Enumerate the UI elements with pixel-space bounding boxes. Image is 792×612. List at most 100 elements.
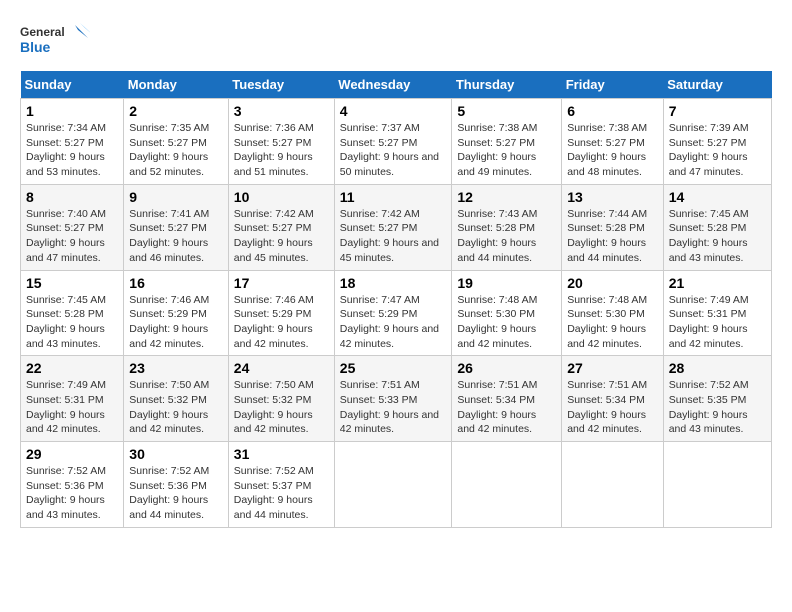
day-cell: 1 Sunrise: 7:34 AM Sunset: 5:27 PM Dayli… [21, 99, 124, 185]
day-cell: 14 Sunrise: 7:45 AM Sunset: 5:28 PM Dayl… [663, 184, 771, 270]
day-number: 25 [340, 360, 447, 376]
day-number: 14 [669, 189, 766, 205]
col-header-sunday: Sunday [21, 71, 124, 99]
day-number: 15 [26, 275, 118, 291]
day-cell: 24 Sunrise: 7:50 AM Sunset: 5:32 PM Dayl… [228, 356, 334, 442]
day-number: 24 [234, 360, 329, 376]
day-info: Sunrise: 7:39 AM Sunset: 5:27 PM Dayligh… [669, 121, 766, 180]
day-cell: 26 Sunrise: 7:51 AM Sunset: 5:34 PM Dayl… [452, 356, 562, 442]
week-row-2: 8 Sunrise: 7:40 AM Sunset: 5:27 PM Dayli… [21, 184, 772, 270]
day-cell: 23 Sunrise: 7:50 AM Sunset: 5:32 PM Dayl… [124, 356, 229, 442]
day-info: Sunrise: 7:46 AM Sunset: 5:29 PM Dayligh… [129, 293, 223, 352]
day-cell: 8 Sunrise: 7:40 AM Sunset: 5:27 PM Dayli… [21, 184, 124, 270]
day-cell: 31 Sunrise: 7:52 AM Sunset: 5:37 PM Dayl… [228, 442, 334, 528]
col-header-monday: Monday [124, 71, 229, 99]
day-cell: 15 Sunrise: 7:45 AM Sunset: 5:28 PM Dayl… [21, 270, 124, 356]
day-number: 17 [234, 275, 329, 291]
day-info: Sunrise: 7:38 AM Sunset: 5:27 PM Dayligh… [567, 121, 658, 180]
day-info: Sunrise: 7:47 AM Sunset: 5:29 PM Dayligh… [340, 293, 447, 352]
col-header-tuesday: Tuesday [228, 71, 334, 99]
day-cell: 7 Sunrise: 7:39 AM Sunset: 5:27 PM Dayli… [663, 99, 771, 185]
col-header-saturday: Saturday [663, 71, 771, 99]
day-cell: 27 Sunrise: 7:51 AM Sunset: 5:34 PM Dayl… [562, 356, 664, 442]
day-info: Sunrise: 7:36 AM Sunset: 5:27 PM Dayligh… [234, 121, 329, 180]
day-cell [663, 442, 771, 528]
col-header-friday: Friday [562, 71, 664, 99]
logo: General Blue [20, 20, 90, 65]
svg-text:Blue: Blue [20, 39, 51, 55]
day-number: 13 [567, 189, 658, 205]
day-number: 26 [457, 360, 556, 376]
day-info: Sunrise: 7:34 AM Sunset: 5:27 PM Dayligh… [26, 121, 118, 180]
day-cell: 3 Sunrise: 7:36 AM Sunset: 5:27 PM Dayli… [228, 99, 334, 185]
day-number: 30 [129, 446, 223, 462]
day-info: Sunrise: 7:38 AM Sunset: 5:27 PM Dayligh… [457, 121, 556, 180]
col-header-wednesday: Wednesday [334, 71, 452, 99]
day-cell [562, 442, 664, 528]
day-cell: 16 Sunrise: 7:46 AM Sunset: 5:29 PM Dayl… [124, 270, 229, 356]
day-info: Sunrise: 7:43 AM Sunset: 5:28 PM Dayligh… [457, 207, 556, 266]
day-info: Sunrise: 7:40 AM Sunset: 5:27 PM Dayligh… [26, 207, 118, 266]
day-number: 31 [234, 446, 329, 462]
day-cell: 11 Sunrise: 7:42 AM Sunset: 5:27 PM Dayl… [334, 184, 452, 270]
day-number: 6 [567, 103, 658, 119]
day-number: 16 [129, 275, 223, 291]
day-number: 11 [340, 189, 447, 205]
day-info: Sunrise: 7:42 AM Sunset: 5:27 PM Dayligh… [340, 207, 447, 266]
day-info: Sunrise: 7:52 AM Sunset: 5:36 PM Dayligh… [26, 464, 118, 523]
header: General Blue [20, 20, 772, 65]
day-info: Sunrise: 7:51 AM Sunset: 5:34 PM Dayligh… [567, 378, 658, 437]
day-info: Sunrise: 7:52 AM Sunset: 5:36 PM Dayligh… [129, 464, 223, 523]
day-number: 27 [567, 360, 658, 376]
day-cell: 2 Sunrise: 7:35 AM Sunset: 5:27 PM Dayli… [124, 99, 229, 185]
day-cell: 22 Sunrise: 7:49 AM Sunset: 5:31 PM Dayl… [21, 356, 124, 442]
day-info: Sunrise: 7:45 AM Sunset: 5:28 PM Dayligh… [26, 293, 118, 352]
day-cell: 12 Sunrise: 7:43 AM Sunset: 5:28 PM Dayl… [452, 184, 562, 270]
day-number: 29 [26, 446, 118, 462]
day-number: 28 [669, 360, 766, 376]
day-info: Sunrise: 7:42 AM Sunset: 5:27 PM Dayligh… [234, 207, 329, 266]
logo-svg: General Blue [20, 20, 90, 65]
day-info: Sunrise: 7:35 AM Sunset: 5:27 PM Dayligh… [129, 121, 223, 180]
day-number: 5 [457, 103, 556, 119]
day-cell: 20 Sunrise: 7:48 AM Sunset: 5:30 PM Dayl… [562, 270, 664, 356]
day-cell: 25 Sunrise: 7:51 AM Sunset: 5:33 PM Dayl… [334, 356, 452, 442]
day-info: Sunrise: 7:48 AM Sunset: 5:30 PM Dayligh… [457, 293, 556, 352]
calendar-table: SundayMondayTuesdayWednesdayThursdayFrid… [20, 71, 772, 528]
day-number: 8 [26, 189, 118, 205]
day-number: 18 [340, 275, 447, 291]
header-row: SundayMondayTuesdayWednesdayThursdayFrid… [21, 71, 772, 99]
day-cell: 30 Sunrise: 7:52 AM Sunset: 5:36 PM Dayl… [124, 442, 229, 528]
day-number: 9 [129, 189, 223, 205]
day-number: 19 [457, 275, 556, 291]
day-number: 2 [129, 103, 223, 119]
day-info: Sunrise: 7:41 AM Sunset: 5:27 PM Dayligh… [129, 207, 223, 266]
day-number: 1 [26, 103, 118, 119]
day-number: 10 [234, 189, 329, 205]
day-number: 7 [669, 103, 766, 119]
day-number: 23 [129, 360, 223, 376]
col-header-thursday: Thursday [452, 71, 562, 99]
day-number: 20 [567, 275, 658, 291]
day-cell [452, 442, 562, 528]
day-info: Sunrise: 7:52 AM Sunset: 5:37 PM Dayligh… [234, 464, 329, 523]
day-cell: 13 Sunrise: 7:44 AM Sunset: 5:28 PM Dayl… [562, 184, 664, 270]
day-number: 21 [669, 275, 766, 291]
day-cell: 18 Sunrise: 7:47 AM Sunset: 5:29 PM Dayl… [334, 270, 452, 356]
day-info: Sunrise: 7:45 AM Sunset: 5:28 PM Dayligh… [669, 207, 766, 266]
week-row-3: 15 Sunrise: 7:45 AM Sunset: 5:28 PM Dayl… [21, 270, 772, 356]
day-info: Sunrise: 7:52 AM Sunset: 5:35 PM Dayligh… [669, 378, 766, 437]
day-cell: 21 Sunrise: 7:49 AM Sunset: 5:31 PM Dayl… [663, 270, 771, 356]
day-info: Sunrise: 7:37 AM Sunset: 5:27 PM Dayligh… [340, 121, 447, 180]
day-cell: 28 Sunrise: 7:52 AM Sunset: 5:35 PM Dayl… [663, 356, 771, 442]
day-number: 4 [340, 103, 447, 119]
svg-text:General: General [20, 25, 65, 39]
day-cell: 5 Sunrise: 7:38 AM Sunset: 5:27 PM Dayli… [452, 99, 562, 185]
day-cell: 19 Sunrise: 7:48 AM Sunset: 5:30 PM Dayl… [452, 270, 562, 356]
day-info: Sunrise: 7:49 AM Sunset: 5:31 PM Dayligh… [669, 293, 766, 352]
day-cell: 9 Sunrise: 7:41 AM Sunset: 5:27 PM Dayli… [124, 184, 229, 270]
day-info: Sunrise: 7:51 AM Sunset: 5:34 PM Dayligh… [457, 378, 556, 437]
day-cell: 6 Sunrise: 7:38 AM Sunset: 5:27 PM Dayli… [562, 99, 664, 185]
day-number: 22 [26, 360, 118, 376]
day-number: 3 [234, 103, 329, 119]
